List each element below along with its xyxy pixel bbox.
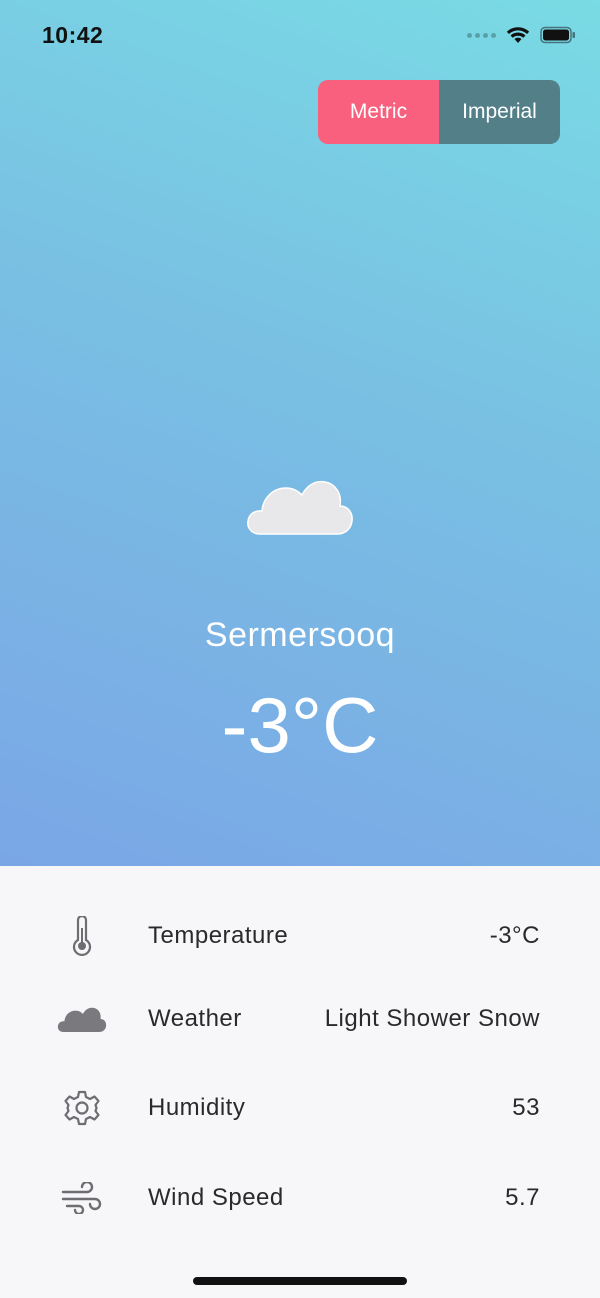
weather-hero: 10:42 Metric Imperial Sermersooq -3°C [0,0,600,866]
cloud-icon [247,480,353,535]
wind-icon [52,1168,112,1228]
unit-toggle: Metric Imperial [318,80,560,144]
cloud-icon [52,989,112,1049]
thermometer-icon [52,906,112,966]
detail-label: Weather [148,1005,242,1032]
detail-value: 53 [512,1094,540,1121]
signal-icon [467,32,496,38]
status-bar: 10:42 [0,0,600,72]
detail-value: 5.7 [505,1184,540,1211]
detail-label: Wind Speed [148,1184,284,1211]
detail-label: Humidity [148,1094,246,1121]
wifi-icon [506,27,530,43]
city-name: Sermersooq [204,616,396,654]
detail-label: Temperature [148,922,289,949]
detail-value: -3°C [489,922,540,949]
detail-row-temperature: Temperature -3°C [0,906,600,966]
details-panel: Temperature -3°C Weather Light Shower Sn… [0,866,600,1298]
status-time: 10:42 [42,22,104,48]
current-temperature: -3°C [221,681,379,769]
detail-row-weather: Weather Light Shower Snow [0,989,600,1049]
detail-row-humidity: Humidity 53 [0,1078,600,1138]
detail-value: Light Shower Snow [324,1005,540,1032]
imperial-button[interactable]: Imperial [439,80,560,144]
battery-icon [540,26,575,44]
status-icons [467,26,576,44]
home-indicator[interactable] [193,1277,407,1285]
gear-icon [52,1078,112,1138]
metric-button[interactable]: Metric [318,80,439,144]
detail-row-wind-speed: Wind Speed 5.7 [0,1168,600,1228]
